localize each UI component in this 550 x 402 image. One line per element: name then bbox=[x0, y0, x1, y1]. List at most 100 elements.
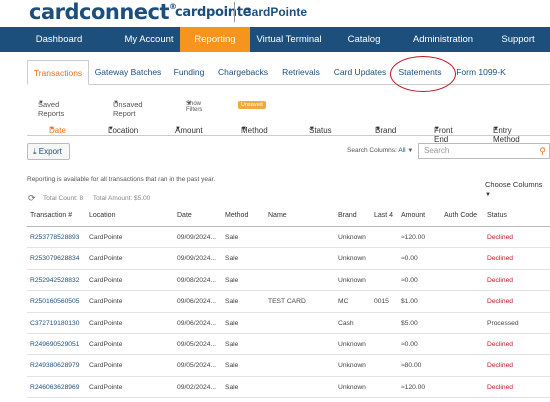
total-amount: Total Amount: $5.00 bbox=[92, 195, 151, 202]
col-transaction-cell[interactable]: C372719180130 bbox=[30, 320, 79, 327]
col-amount-cell: $1.00 bbox=[401, 298, 418, 306]
col-location-header[interactable]: Location bbox=[89, 212, 115, 219]
main-nav: Dashboard My Account Reporting Virtual T… bbox=[0, 27, 550, 52]
col-brand-header[interactable]: Brand bbox=[338, 212, 357, 219]
col-transaction-cell[interactable]: R249690529051 bbox=[30, 341, 79, 348]
col-date-cell: 09/08/2024... bbox=[177, 276, 217, 284]
search-input[interactable]: Search ⚲ bbox=[418, 143, 550, 159]
tab-funding[interactable]: Funding bbox=[167, 60, 211, 85]
col-method-cell: Sale bbox=[225, 383, 239, 391]
col-status-cell: Processed bbox=[487, 319, 519, 327]
nav-dashboard[interactable]: Dashboard bbox=[0, 27, 118, 52]
download-icon: ⤓ bbox=[33, 147, 37, 156]
table-row[interactable]: R249690529051 CardPointe 09/05/2024... Sale… bbox=[27, 334, 550, 356]
col-brand-cell: Unknown bbox=[338, 362, 366, 370]
tab-retrievals[interactable]: Retrievals bbox=[277, 60, 325, 85]
transactions-table: Transaction # Location Date Method Name Brand… bbox=[27, 205, 550, 399]
export-button[interactable]: ⤓ Export bbox=[27, 143, 70, 160]
col-status-cell: Declined bbox=[487, 383, 514, 391]
col-last4-header[interactable]: Last 4 bbox=[374, 212, 393, 219]
col-brand-cell: MC bbox=[338, 298, 349, 306]
col-auth-code-header[interactable]: Auth Code bbox=[444, 212, 477, 219]
cardpointe-logo: cardpointe bbox=[175, 5, 252, 20]
col-date-cell: 09/06/2024... bbox=[177, 319, 217, 327]
col-date-header[interactable]: Date bbox=[177, 212, 192, 219]
tab-form-1099k[interactable]: Form 1099-K bbox=[453, 60, 509, 85]
col-brand-cell: Unknown bbox=[338, 276, 366, 284]
merchant-name: CardPointe bbox=[243, 5, 308, 19]
top-header: cardconnect® cardpointe CardPointe bbox=[0, 0, 550, 27]
col-amount-cell: ≈0.00 bbox=[401, 340, 418, 348]
report-tabs: Transactions Gateway Batches Funding Cha… bbox=[27, 60, 550, 85]
nav-administration[interactable]: Administration bbox=[400, 27, 486, 52]
table-row[interactable]: R246063628969 CardPointe 09/02/2024... Sale… bbox=[27, 377, 550, 399]
total-count: Total Count: 8 bbox=[43, 195, 84, 202]
table-header: Transaction # Location Date Method Name Brand… bbox=[27, 205, 550, 227]
nav-reporting[interactable]: Reporting bbox=[180, 27, 250, 52]
filter-columns-row: Date ▼ Location ▼ Amount ▼ Method ▼ Stat… bbox=[27, 116, 550, 144]
col-status-cell: Declined bbox=[487, 340, 514, 348]
tab-card-updates[interactable]: Card Updates bbox=[331, 60, 389, 85]
col-amount-cell: ≈120.00 bbox=[401, 234, 426, 241]
col-transaction-cell[interactable]: R252942528832 bbox=[30, 277, 79, 284]
col-transaction-header[interactable]: Transaction # bbox=[30, 212, 72, 219]
col-brand-cell: Unknown bbox=[338, 340, 366, 348]
col-date-cell: 09/09/2024... bbox=[177, 234, 217, 241]
table-row[interactable]: R250160560505 CardPointe 09/06/2024... Sale… bbox=[27, 291, 550, 313]
col-date-cell: 09/05/2024... bbox=[177, 340, 217, 348]
cardconnect-logo[interactable]: cardconnect® bbox=[29, 0, 177, 24]
col-status-header[interactable]: Status bbox=[487, 212, 507, 219]
nav-catalog[interactable]: Catalog bbox=[328, 27, 400, 52]
nav-virtual-terminal[interactable]: Virtual Terminal bbox=[250, 27, 328, 52]
col-method-cell: Sale bbox=[225, 234, 239, 241]
col-transaction-cell[interactable]: R250160560505 bbox=[30, 298, 79, 305]
col-amount-cell: ≈80.00 bbox=[401, 362, 422, 370]
col-location-cell: CardPointe bbox=[89, 298, 123, 306]
search-icon[interactable]: ⚲ bbox=[539, 144, 546, 158]
col-location-cell: CardPointe bbox=[89, 383, 123, 391]
col-name-cell: TEST CARD bbox=[268, 298, 306, 306]
col-status-cell: Declined bbox=[487, 255, 514, 263]
col-method-cell: Sale bbox=[225, 298, 239, 306]
table-row[interactable]: R252942528832 CardPointe 09/08/2024... Sale… bbox=[27, 270, 550, 292]
col-location-cell: CardPointe bbox=[89, 340, 123, 348]
search-columns-selector[interactable]: Search Columns: All ▼ bbox=[347, 147, 413, 154]
col-status-cell: Declined bbox=[487, 298, 514, 306]
col-amount-cell: ≈0.00 bbox=[401, 276, 418, 284]
nav-my-account[interactable]: My Account bbox=[118, 27, 180, 52]
col-transaction-cell[interactable]: R249380628979 bbox=[30, 362, 79, 369]
table-row[interactable]: C372719180130 CardPointe 09/06/2024... Sale… bbox=[27, 313, 550, 334]
tab-chargebacks[interactable]: Chargebacks bbox=[215, 60, 271, 85]
col-last4-cell: 0015 bbox=[374, 298, 389, 306]
col-method-cell: Sale bbox=[225, 255, 239, 263]
col-amount-cell: $5.00 bbox=[401, 319, 418, 327]
col-amount-header[interactable]: Amount bbox=[401, 212, 425, 219]
tab-gateway-batches[interactable]: Gateway Batches bbox=[91, 60, 165, 85]
col-transaction-cell[interactable]: R253079628834 bbox=[30, 255, 79, 262]
col-method-cell: Sale bbox=[225, 276, 239, 284]
col-brand-cell: Unknown bbox=[338, 234, 366, 241]
table-row[interactable]: R249380628979 CardPointe 09/05/2024... Sale… bbox=[27, 355, 550, 377]
col-method-cell: Sale bbox=[225, 362, 239, 370]
col-date-cell: 09/09/2024... bbox=[177, 255, 217, 263]
col-status-cell: Declined bbox=[487, 276, 514, 284]
report-selector-row: Saved Reports ▼ Unsaved Report ▼ Show Fi… bbox=[0, 100, 550, 118]
nav-support[interactable]: Support bbox=[486, 27, 550, 52]
tab-transactions[interactable]: Transactions bbox=[27, 60, 89, 85]
choose-columns-dropdown[interactable]: Choose Columns ▼ bbox=[485, 180, 550, 198]
col-name-header[interactable]: Name bbox=[268, 212, 287, 219]
col-method-header[interactable]: Method bbox=[225, 212, 248, 219]
totals-summary: Total Count: 8 Total Amount: $5.00 bbox=[43, 195, 158, 202]
col-transaction-cell[interactable]: R246063628969 bbox=[30, 384, 79, 391]
col-brand-cell: Unknown bbox=[338, 255, 366, 263]
table-row[interactable]: R253778528893 CardPointe 09/09/2024... Sale… bbox=[27, 227, 550, 249]
table-row[interactable]: R253079628834 CardPointe 09/09/2024... Sale… bbox=[27, 248, 550, 270]
refresh-icon[interactable]: ⟳ bbox=[28, 193, 36, 204]
col-location-cell: CardPointe bbox=[89, 255, 123, 263]
col-status-cell: Declined bbox=[487, 362, 514, 370]
statements-highlight-circle bbox=[390, 56, 456, 92]
col-transaction-cell[interactable]: R253778528893 bbox=[30, 234, 79, 241]
col-brand-cell: Cash bbox=[338, 319, 354, 327]
col-location-cell: CardPointe bbox=[89, 276, 123, 284]
unsaved-badge: Unsaved bbox=[238, 101, 266, 109]
